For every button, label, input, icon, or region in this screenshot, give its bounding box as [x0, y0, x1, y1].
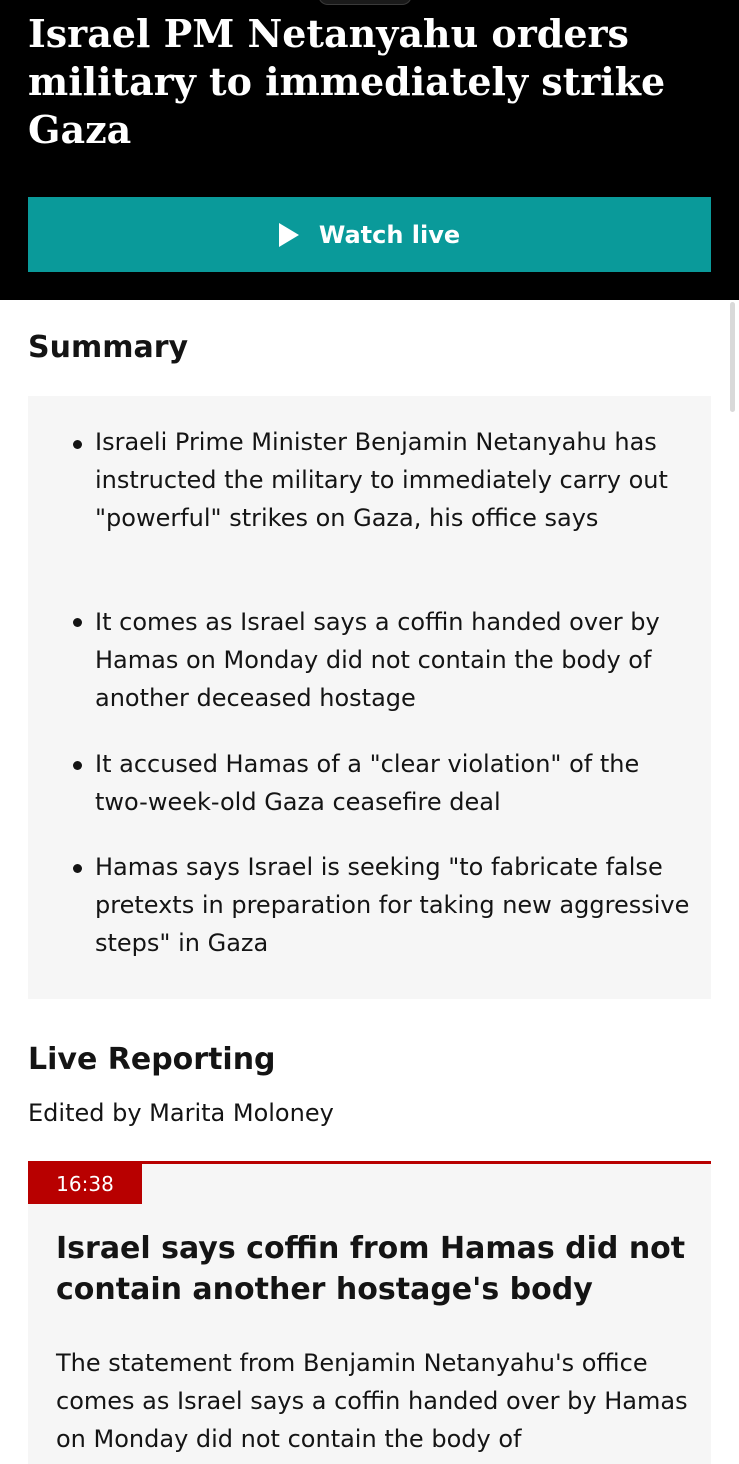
bullet-icon [73, 864, 82, 873]
summary-item-text: It accused Hamas of a "clear violation" … [95, 750, 640, 816]
post-timestamp: 16:38 [28, 1164, 142, 1204]
summary-item-text: Hamas says Israel is seeking "to fabrica… [95, 853, 690, 957]
device-notch [318, 0, 412, 5]
summary-box: Israeli Prime Minister Benjamin Netanyah… [28, 396, 711, 999]
watch-live-label: Watch live [318, 220, 461, 249]
bullet-icon [73, 440, 82, 449]
watch-live-button[interactable]: Watch live [28, 197, 711, 272]
post-title: Israel says coffin from Hamas did not co… [56, 1231, 686, 1307]
live-post: 16:38 Israel says coffin from Hamas did … [28, 1161, 711, 1464]
summary-item-text: Israeli Prime Minister Benjamin Netanyah… [95, 428, 668, 532]
bullet-icon [73, 761, 82, 770]
play-icon [278, 222, 299, 247]
live-reporting-heading: Live Reporting [28, 1042, 276, 1077]
article-header: Israel PM Netanyahu orders military to i… [0, 0, 739, 300]
summary-item-text: It comes as Israel says a coffin handed … [95, 608, 660, 712]
summary-heading: Summary [28, 330, 189, 365]
bullet-icon [73, 618, 82, 627]
scrollbar[interactable] [730, 302, 735, 412]
post-body: The statement from Benjamin Netanyahu's … [56, 1349, 688, 1453]
editor-credit: Edited by Marita Moloney [28, 1099, 334, 1127]
page-title: Israel PM Netanyahu orders military to i… [28, 11, 666, 152]
